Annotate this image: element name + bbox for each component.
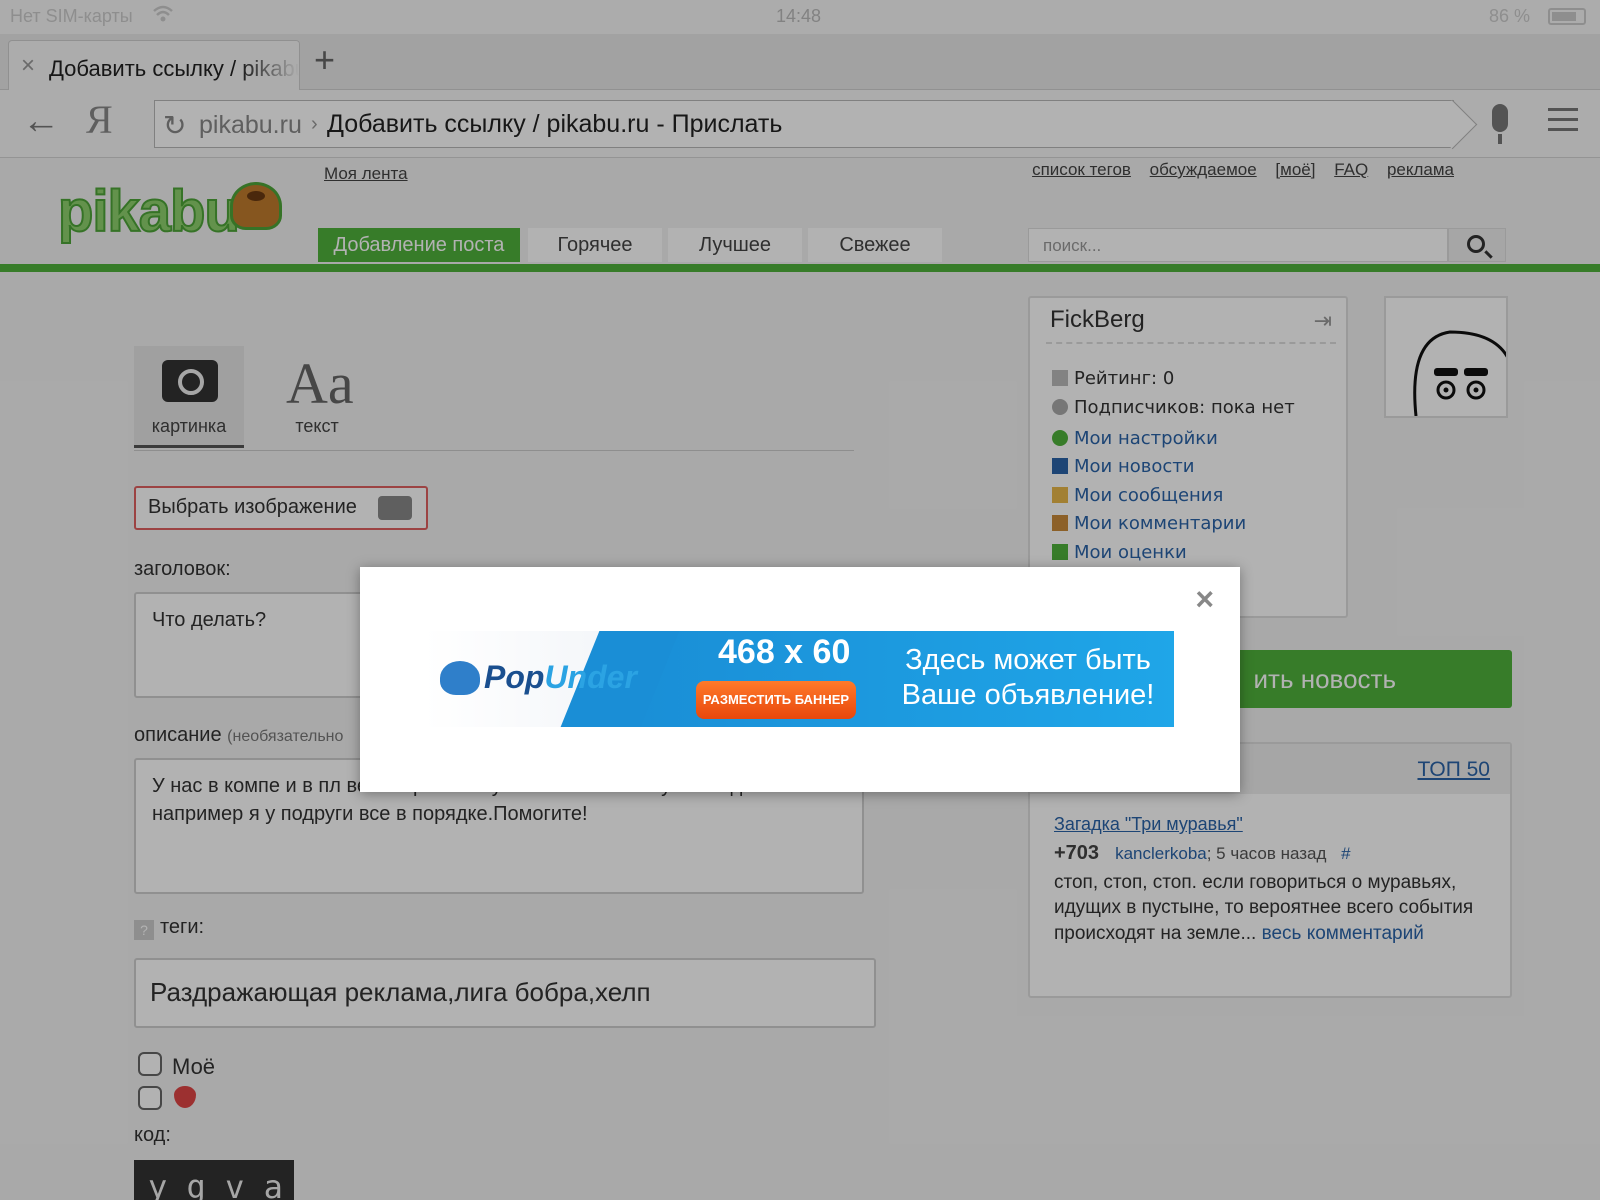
close-modal-button[interactable]: × (1195, 581, 1214, 618)
banner-slogan: Здесь может быть Ваше объявление! (901, 644, 1155, 711)
rabbit-logo-icon (440, 661, 480, 695)
brand-under: Under (544, 659, 637, 695)
banner-size: 468 x 60 (718, 633, 851, 671)
brand-pop: Pop (484, 659, 545, 695)
popunder-logo: PopUnder (484, 659, 637, 696)
place-banner-button[interactable]: РАЗМЕСТИТЬ БАННЕР (696, 681, 856, 719)
ad-modal: × PopUnder 468 x 60 РАЗМЕСТИТЬ БАННЕР Зд… (360, 567, 1240, 792)
ad-banner[interactable]: PopUnder 468 x 60 РАЗМЕСТИТЬ БАННЕР Здес… (424, 631, 1174, 727)
